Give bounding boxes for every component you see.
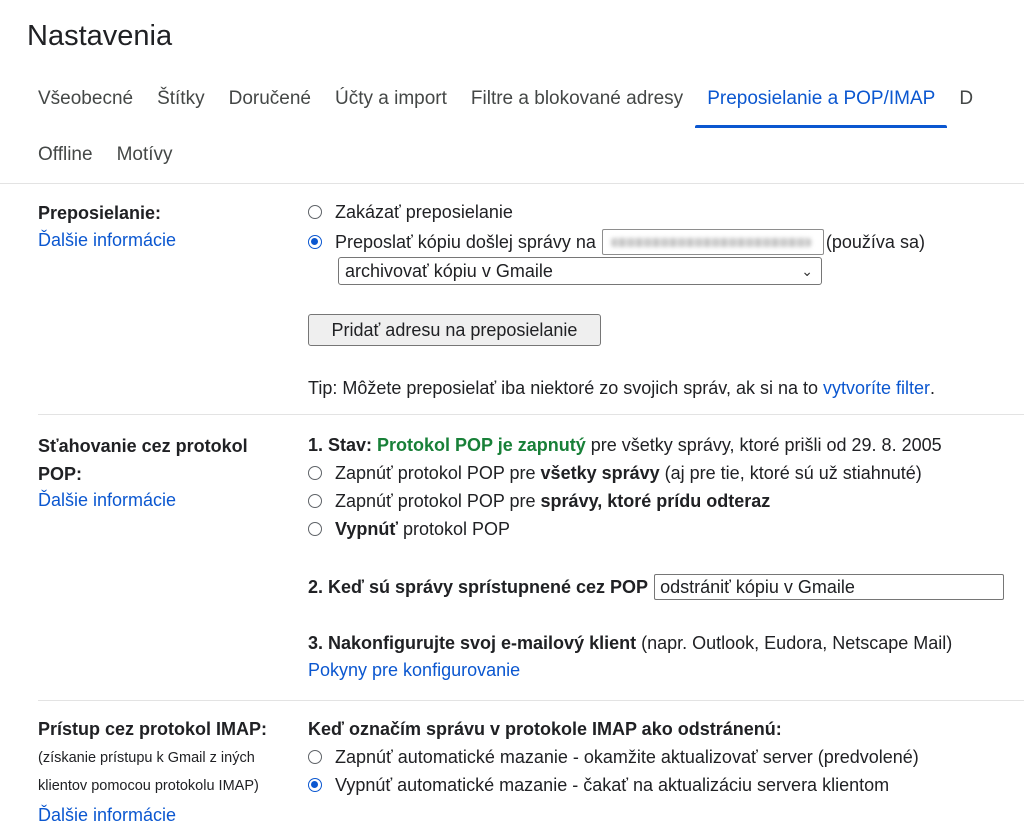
pop-off-radio[interactable] — [308, 522, 322, 536]
forwarding-disable-row: Zakázať preposielanie — [308, 198, 513, 226]
imap-auto-expunge-off-radio[interactable] — [308, 778, 322, 792]
section-divider — [38, 414, 1024, 415]
tip-text: Tip: Môžete preposielať iba niektoré zo … — [308, 378, 818, 398]
pop-when-accessed-select[interactable]: odstrániť kópiu v Gmaile — [654, 574, 1005, 600]
section-divider — [38, 700, 1024, 701]
forwarding-tip: Tip: Môžete preposielať iba niektoré zo … — [308, 374, 935, 402]
forwarding-more-info-link[interactable]: Ďalšie informácie — [38, 230, 176, 251]
pop-off-bold: Vypnúť — [335, 519, 398, 539]
forwarding-action-value: archivovať kópiu v Gmaile — [345, 261, 553, 281]
tabs-row-1: Všeobecné Štítky Doručené Účty a import … — [38, 88, 997, 128]
pop-when-accessed-row: 2. Keď sú správy sprístupnené cez POP od… — [308, 573, 1005, 601]
pop-configure-bold: 3. Nakonfigurujte svoj e-mailový klient — [308, 633, 637, 653]
forwarding-in-use-label: (používa sa) — [825, 232, 925, 252]
pop-instructions-link[interactable]: Pokyny pre konfigurovanie — [308, 660, 520, 681]
pop-all-post: (aj pre tie, ktoré sú už stiahnuté) — [664, 463, 922, 483]
pop-label: Sťahovanie cez protokol POP: — [38, 432, 248, 488]
pop-option-off-row: Vypnúť protokol POP — [308, 515, 510, 543]
pop-status-suffix: pre všetky správy, ktoré prišli od 29. 8… — [590, 435, 942, 455]
pop-label-line2: POP: — [38, 464, 83, 484]
imap-auto-expunge-on-row: Zapnúť automatické mazanie - okamžite ak… — [308, 743, 919, 771]
imap-auto-expunge-on-label: Zapnúť automatické mazanie - okamžite ak… — [335, 747, 919, 767]
forwarding-action-select[interactable]: archivovať kópiu v Gmaile ⌄ — [338, 257, 822, 285]
imap-auto-expunge-off-label: Vypnúť automatické mazanie - čakať na ak… — [335, 775, 890, 795]
chevron-down-icon: ⌄ — [801, 263, 813, 279]
pop-option-new-row: Zapnúť protokol POP pre správy, ktoré pr… — [308, 487, 770, 515]
imap-label: Prístup cez protokol IMAP: — [38, 719, 268, 739]
pop-all-bold: všetky správy — [540, 463, 660, 483]
add-forwarding-address-button[interactable]: Pridať adresu na preposielanie — [308, 314, 601, 346]
pop-label-line1: Sťahovanie cez protokol — [38, 436, 248, 456]
pop-all-pre: Zapnúť protokol POP pre — [335, 463, 536, 483]
pop-status-prefix: 1. Stav: — [308, 435, 373, 455]
forwarding-enable-label: Preposlať kópiu došlej správy na — [335, 232, 596, 252]
imap-sub-line1: (získanie prístupu k Gmail z iných — [38, 750, 255, 766]
pop-new-radio[interactable] — [308, 494, 322, 508]
tip-end: . — [930, 378, 936, 398]
imap-auto-expunge-on-radio[interactable] — [308, 750, 322, 764]
pop-status-row: 1. Stav: Protokol POP je zapnutý pre vše… — [308, 431, 942, 459]
tab-themes[interactable]: Motívy — [117, 144, 173, 166]
pop-new-bold: správy, ktoré prídu odteraz — [540, 491, 771, 511]
tabs-row-2: Offline Motívy — [38, 144, 197, 166]
pop-when-accessed-label: 2. Keď sú správy sprístupnené cez POP — [308, 577, 649, 597]
pop-configure-rest: (napr. Outlook, Eudora, Netscape Mail) — [641, 633, 953, 653]
forwarding-disable-radio[interactable] — [308, 205, 322, 219]
create-filter-link[interactable]: vytvoríte filter — [823, 374, 930, 402]
forwarding-enable-radio[interactable] — [308, 235, 322, 249]
pop-configure-row: 3. Nakonfigurujte svoj e-mailový klient … — [308, 629, 952, 657]
tab-inbox[interactable]: Doručené — [229, 88, 311, 110]
imap-heading: Keď označím správu v protokole IMAP ako … — [308, 719, 782, 739]
tab-accounts-import[interactable]: Účty a import — [335, 88, 447, 110]
pop-off-post: protokol POP — [402, 519, 511, 539]
tab-general[interactable]: Všeobecné — [38, 88, 133, 110]
imap-more-info-link[interactable]: Ďalšie informácie — [38, 805, 176, 826]
pop-option-all-row: Zapnúť protokol POP pre všetky správy (a… — [308, 459, 922, 487]
tab-offline[interactable]: Offline — [38, 144, 93, 166]
imap-sub-line2: klientov pomocou protokolu IMAP) — [38, 778, 259, 794]
tab-labels[interactable]: Štítky — [157, 88, 205, 110]
forwarding-enable-row: Preposlať kópiu došlej správy na (použív… — [308, 228, 925, 256]
tab-filters[interactable]: Filtre a blokované adresy — [471, 88, 683, 110]
tab-forwarding-pop-imap[interactable]: Preposielanie a POP/IMAP — [695, 88, 948, 128]
tabs-divider — [0, 183, 1024, 184]
imap-auto-expunge-off-row: Vypnúť automatické mazanie - čakať na ak… — [308, 771, 889, 799]
forwarding-label: Preposielanie: — [38, 203, 162, 223]
forwarding-address-select[interactable] — [601, 229, 824, 255]
tab-addons-cut[interactable]: D — [959, 88, 973, 110]
page-title: Nastavenia — [27, 20, 173, 52]
redacted-email — [610, 238, 811, 247]
imap-heading-row: Keď označím správu v protokole IMAP ako … — [308, 715, 782, 743]
pop-new-pre: Zapnúť protokol POP pre — [335, 491, 536, 511]
pop-status-value: Protokol POP je zapnutý — [377, 435, 586, 455]
forwarding-disable-label: Zakázať preposielanie — [335, 202, 513, 222]
pop-more-info-link[interactable]: Ďalšie informácie — [38, 490, 176, 511]
pop-all-radio[interactable] — [308, 466, 322, 480]
